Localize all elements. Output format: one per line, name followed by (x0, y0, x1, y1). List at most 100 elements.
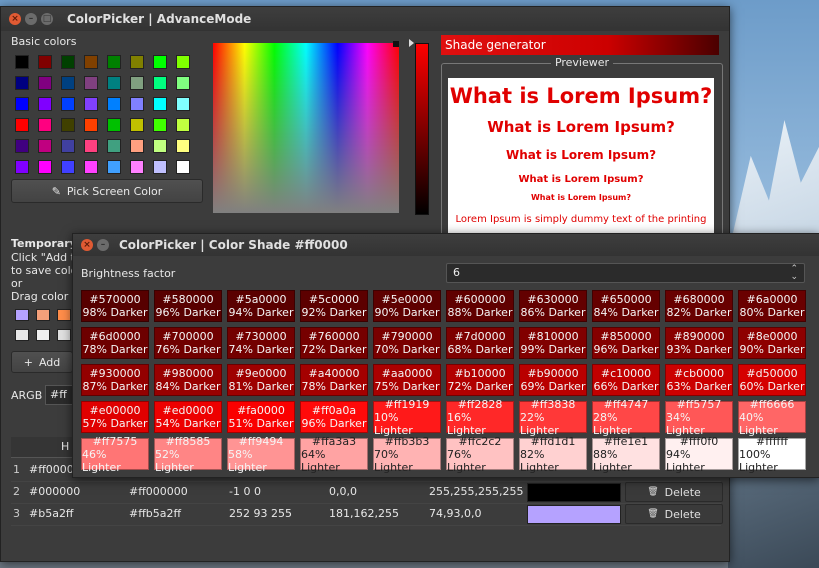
basic-color-swatch[interactable] (84, 160, 98, 174)
basic-color-swatch[interactable] (84, 139, 98, 153)
delete-button[interactable]: 🗑 Delete (625, 482, 723, 502)
argb-input[interactable]: #ff (45, 385, 73, 405)
temporary-color-swatch[interactable] (57, 309, 71, 321)
shade-tile[interactable]: #ffffff 100% Lighter (738, 435, 806, 474)
spectrum-cursor[interactable] (393, 41, 399, 47)
shade-tile[interactable]: #600000 88% Darker (446, 290, 514, 322)
shade-tile[interactable]: #ff3838 22% Lighter (519, 398, 587, 437)
shade-tile[interactable]: #ff1919 10% Lighter (373, 398, 441, 437)
shade-tile[interactable]: #aa0000 75% Darker (373, 364, 441, 396)
shade-tile[interactable]: #8e0000 90% Darker (738, 327, 806, 359)
basic-color-swatch[interactable] (38, 160, 52, 174)
basic-color-swatch[interactable] (153, 160, 167, 174)
shade-tile[interactable]: #d50000 60% Darker (738, 364, 806, 396)
basic-color-swatch[interactable] (15, 55, 29, 69)
basic-color-swatch[interactable] (15, 160, 29, 174)
shade-tile[interactable]: #ff0a0a 96% Darker (300, 401, 368, 433)
shade-tile[interactable]: #ff2828 16% Lighter (446, 398, 514, 437)
basic-color-swatch[interactable] (153, 55, 167, 69)
shade-tile[interactable]: #650000 84% Darker (592, 290, 660, 322)
shade-tile[interactable]: #ffd1d1 82% Lighter (519, 435, 587, 474)
shade-tile[interactable]: #9e0000 81% Darker (227, 364, 295, 396)
basic-color-swatch[interactable] (61, 76, 75, 90)
shade-tile[interactable]: #c10000 66% Darker (592, 364, 660, 396)
basic-color-swatch[interactable] (15, 139, 29, 153)
pick-screen-color-button[interactable]: ✎ Pick Screen Color (11, 179, 203, 203)
shade-tile[interactable]: #cb0000 63% Darker (665, 364, 733, 396)
minimize-icon[interactable]: – (25, 13, 37, 25)
shade-tile[interactable]: #810000 99% Darker (519, 327, 587, 359)
shade-tile[interactable]: #ff7575 46% Lighter (81, 435, 149, 474)
shade-tile[interactable]: #ffa3a3 64% Lighter (300, 435, 368, 474)
maximize-icon[interactable]: □ (41, 13, 53, 25)
basic-color-swatch[interactable] (61, 118, 75, 132)
basic-color-swatch[interactable] (38, 118, 52, 132)
basic-color-swatch[interactable] (15, 76, 29, 90)
brightness-slider-handle[interactable] (409, 39, 414, 47)
close-icon[interactable]: × (9, 13, 21, 25)
basic-color-swatch[interactable] (107, 97, 121, 111)
delete-button[interactable]: 🗑 Delete (625, 504, 723, 524)
shade-tile[interactable]: #790000 70% Darker (373, 327, 441, 359)
basic-color-swatch[interactable] (61, 160, 75, 174)
spin-arrows-icon[interactable]: ⌃ ⌄ (790, 265, 798, 282)
basic-color-swatch[interactable] (130, 160, 144, 174)
basic-color-swatch[interactable] (153, 139, 167, 153)
basic-color-swatch[interactable] (38, 76, 52, 90)
minimize-icon[interactable]: – (97, 239, 109, 251)
shade-tile[interactable]: #6a0000 80% Darker (738, 290, 806, 322)
shade-tile[interactable]: #5a0000 94% Darker (227, 290, 295, 322)
basic-color-swatch[interactable] (38, 55, 52, 69)
shade-tile[interactable]: #850000 96% Darker (592, 327, 660, 359)
temporary-color-swatch[interactable] (15, 329, 29, 341)
shade-tile[interactable]: #ff8585 52% Lighter (154, 435, 222, 474)
basic-color-swatch[interactable] (107, 118, 121, 132)
shade-tile[interactable]: #fa0000 51% Darker (227, 401, 295, 433)
brightness-slider[interactable] (415, 43, 429, 215)
shade-tile[interactable]: #5c0000 92% Darker (300, 290, 368, 322)
shade-tile[interactable]: #930000 87% Darker (81, 364, 149, 396)
shade-tile[interactable]: #e00000 57% Darker (81, 401, 149, 433)
shade-tile[interactable]: #5e0000 90% Darker (373, 290, 441, 322)
basic-color-swatch[interactable] (38, 139, 52, 153)
shade-tile[interactable]: #ff5757 34% Lighter (665, 398, 733, 437)
shade-tile[interactable]: #fff0f0 94% Lighter (665, 435, 733, 474)
basic-color-swatch[interactable] (176, 55, 190, 69)
basic-color-swatch[interactable] (15, 97, 29, 111)
basic-color-swatch[interactable] (153, 76, 167, 90)
basic-color-swatch[interactable] (107, 139, 121, 153)
add-button[interactable]: + Add (11, 351, 73, 373)
basic-color-swatch[interactable] (84, 76, 98, 90)
temporary-color-swatch[interactable] (36, 309, 50, 321)
color-spectrum[interactable] (213, 43, 399, 213)
shade-tile[interactable]: #ff6666 40% Lighter (738, 398, 806, 437)
shade-tile[interactable]: #b90000 69% Darker (519, 364, 587, 396)
table-row[interactable]: 2 #000000 #ff000000 -1 0 0 0,0,0 255,255,255,… (11, 481, 723, 504)
shade-tile[interactable]: #ffe1e1 88% Lighter (592, 435, 660, 474)
basic-color-swatch[interactable] (107, 160, 121, 174)
basic-color-swatch[interactable] (153, 118, 167, 132)
shade-tile[interactable]: #570000 98% Darker (81, 290, 149, 322)
temporary-color-swatch[interactable] (57, 329, 71, 341)
basic-color-swatch[interactable] (130, 97, 144, 111)
basic-color-swatch[interactable] (176, 76, 190, 90)
basic-color-swatch[interactable] (84, 55, 98, 69)
basic-color-swatch[interactable] (176, 160, 190, 174)
shade-tile[interactable]: #a40000 78% Darker (300, 364, 368, 396)
shade-tile[interactable]: #580000 96% Darker (154, 290, 222, 322)
shade-tile[interactable]: #6d0000 78% Darker (81, 327, 149, 359)
basic-color-swatch[interactable] (153, 97, 167, 111)
shade-tile[interactable]: #ffc2c2 76% Lighter (446, 435, 514, 474)
basic-color-swatch[interactable] (61, 97, 75, 111)
basic-color-swatch[interactable] (130, 76, 144, 90)
basic-color-swatch[interactable] (61, 55, 75, 69)
basic-color-swatch[interactable] (130, 139, 144, 153)
shade-tile[interactable]: #ffb3b3 70% Lighter (373, 435, 441, 474)
basic-color-swatch[interactable] (15, 118, 29, 132)
shade-tile[interactable]: #7d0000 68% Darker (446, 327, 514, 359)
basic-color-swatch[interactable] (176, 97, 190, 111)
shade-tile[interactable]: #700000 76% Darker (154, 327, 222, 359)
shade-generator-button[interactable]: Shade generator (441, 35, 719, 55)
shade-tile[interactable]: #ff4747 28% Lighter (592, 398, 660, 437)
basic-color-swatch[interactable] (107, 55, 121, 69)
